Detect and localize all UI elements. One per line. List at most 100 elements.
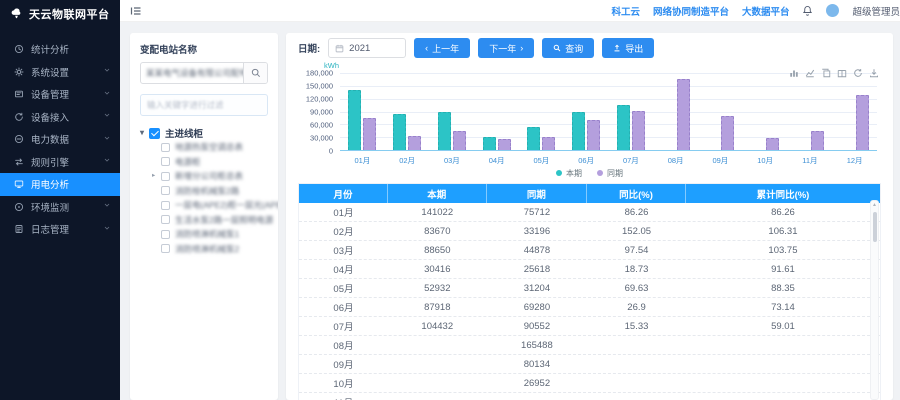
export-button[interactable]: 导出: [602, 38, 654, 58]
table-cell: 04月: [299, 260, 388, 278]
header-link-kgy[interactable]: 科工云: [611, 4, 640, 18]
tree-node-child-4[interactable]: 消防栓机械泵2路: [140, 184, 268, 199]
station-name-input[interactable]: 某某电气设备有限公司配电室: [141, 63, 243, 83]
sidebar-item-2[interactable]: 系统设置: [0, 61, 120, 84]
bar-group-05月: [519, 73, 564, 150]
y-axis-labels: 180,000150,000120,00090,00060,00030,0000: [298, 73, 336, 151]
scrollbar-thumb[interactable]: [873, 212, 878, 242]
sidebar-item-9[interactable]: 日志管理: [0, 218, 120, 241]
tree-child-checkbox[interactable]: [161, 143, 170, 152]
tree-node-child-7[interactable]: 消防喷淋机械泵1: [140, 227, 268, 242]
tiled-icon[interactable]: [837, 65, 847, 83]
header-link-collab[interactable]: 网络协同制造平台: [653, 4, 729, 18]
avatar[interactable]: [826, 4, 839, 17]
column-header: 月份: [299, 184, 388, 203]
stack-icon[interactable]: [821, 65, 831, 83]
chevron-down-icon: [103, 156, 111, 167]
bar-同期-06月: [587, 120, 600, 150]
column-header: 同比(%): [587, 184, 686, 203]
x-axis-labels: 01月02月03月04月05月06月07月08月09月10月11月12月: [340, 153, 877, 165]
header-link-bigdata[interactable]: 大数据平台: [742, 4, 790, 18]
sidebar-item-1[interactable]: 统计分析: [0, 38, 120, 61]
tree-child-label: 生活水泵2路一层照明电源: [175, 214, 273, 226]
sidebar-item-4[interactable]: 设备接入: [0, 106, 120, 129]
legend-item-同期[interactable]: 同期: [597, 168, 623, 179]
bar-group-01月: [340, 73, 385, 150]
query-button[interactable]: 查询: [542, 38, 594, 58]
table-cell: 07月: [299, 317, 388, 335]
table-cell: [587, 374, 686, 392]
table-cell: 165488: [487, 336, 588, 354]
legend-dot: [597, 170, 603, 176]
tree-node-child-2[interactable]: 电源柜: [140, 155, 268, 170]
sidebar-item-7[interactable]: 用电分析: [0, 173, 120, 196]
tree-child-checkbox[interactable]: [161, 215, 170, 224]
tree-node-child-6[interactable]: 生活水泵2路一层照明电源: [140, 213, 268, 228]
chevron-down-icon: [103, 201, 111, 212]
year-date-input[interactable]: 2021: [328, 38, 406, 58]
sidebar-item-8[interactable]: 环境监测: [0, 196, 120, 219]
keyword-filter-input[interactable]: 输入关键字进行过滤: [140, 94, 268, 116]
bell-icon[interactable]: [802, 5, 813, 16]
calendar-icon: [335, 44, 344, 53]
table-cell: [686, 393, 880, 400]
tree-root-checkbox[interactable]: [149, 128, 160, 139]
tree-child-checkbox[interactable]: [161, 244, 170, 253]
table-row: 05月529323120469.6388.35: [299, 279, 880, 298]
app-logo: 天云物联网平台: [0, 0, 120, 28]
tree-child-checkbox[interactable]: [161, 186, 170, 195]
tree-node-child-1[interactable]: 地源热泵空调总表: [140, 140, 268, 155]
table-scrollbar[interactable]: ▲: [870, 200, 879, 400]
tree-child-checkbox[interactable]: [161, 201, 170, 210]
tree-node-child-8[interactable]: 消防喷淋机械泵2: [140, 242, 268, 257]
save-image-icon[interactable]: [869, 65, 879, 83]
sidebar-item-6[interactable]: 规则引擎: [0, 151, 120, 174]
table-cell: [587, 355, 686, 373]
table-cell: 01月: [299, 203, 388, 221]
tree-child-label: 新增分公司柜总表: [175, 170, 243, 182]
tree-node-child-5[interactable]: 一层电(APE2)柜一层光(APE1)柜: [140, 198, 268, 213]
tree-child-checkbox[interactable]: [161, 157, 170, 166]
legend-dot: [556, 170, 562, 176]
prev-year-button[interactable]: ‹ 上一年: [414, 38, 470, 58]
station-search-button[interactable]: [243, 63, 267, 83]
y-tick-label: 60,000: [310, 121, 333, 130]
table-row: 06月879186928026.973.14: [299, 298, 880, 317]
chevron-down-icon: [103, 134, 111, 145]
tree-node-root[interactable]: ▾ 主进线柜: [140, 126, 268, 140]
collapse-menu-icon[interactable]: [130, 5, 142, 17]
scroll-up-icon[interactable]: ▲: [871, 201, 878, 210]
table-row: 08月165488: [299, 336, 880, 355]
bar-同期-04月: [498, 139, 511, 150]
table-row: 01月1410227571286.2686.26: [299, 203, 880, 222]
sidebar-item-5[interactable]: 电力数据: [0, 128, 120, 151]
table-row: 10月26952: [299, 374, 880, 393]
table-cell: 03月: [299, 241, 388, 259]
user-name: 超级管理员: [852, 4, 900, 18]
bar-chart-icon[interactable]: [789, 65, 799, 83]
tree-child-checkbox[interactable]: [161, 172, 170, 181]
caret-down-icon[interactable]: ▾: [140, 129, 144, 137]
date-label: 日期:: [298, 41, 320, 55]
tree-node-child-3[interactable]: ▸ 新增分公司柜总表: [140, 169, 268, 184]
restore-icon[interactable]: [853, 65, 863, 83]
table-cell: 25618: [487, 260, 588, 278]
table-cell: 09月: [299, 355, 388, 373]
y-tick-label: 90,000: [310, 108, 333, 117]
caret-right-icon[interactable]: ▸: [152, 173, 155, 180]
table-cell: 88.35: [686, 279, 880, 297]
bar-本期-01月: [348, 90, 361, 150]
table-cell: 75712: [487, 203, 588, 221]
table-cell: 86.26: [587, 203, 686, 221]
table-cell: 52932: [388, 279, 487, 297]
date-toolbar: 日期: 2021 ‹ 上一年 下一年 › 查询: [286, 33, 893, 61]
sidebar-item-3[interactable]: 设备管理: [0, 83, 120, 106]
table-cell: 73.14: [686, 298, 880, 316]
next-year-button[interactable]: 下一年 ›: [478, 38, 534, 58]
line-chart-icon[interactable]: [805, 65, 815, 83]
table-row: 09月80134: [299, 355, 880, 374]
sidebar-item-label: 统计分析: [31, 42, 69, 56]
bar-group-10月: [743, 73, 788, 150]
tree-child-checkbox[interactable]: [161, 230, 170, 239]
legend-item-本期[interactable]: 本期: [556, 168, 582, 179]
